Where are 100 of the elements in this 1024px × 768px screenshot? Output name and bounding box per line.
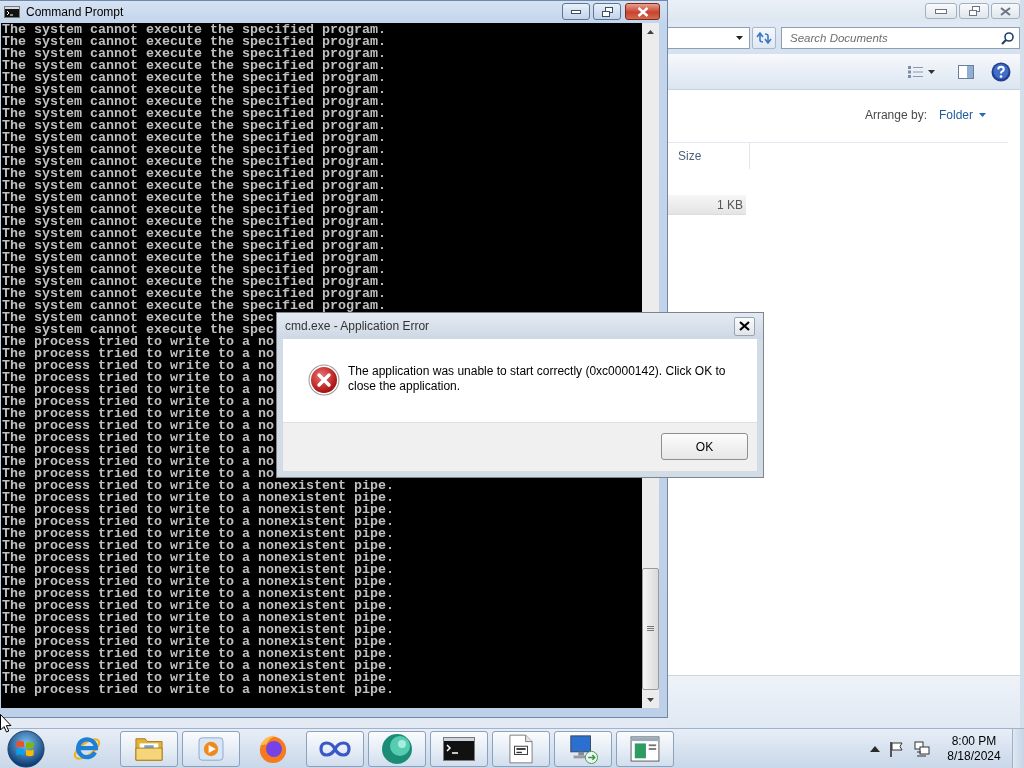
console-line: The system cannot execute the specified program. bbox=[2, 96, 386, 108]
computer-icon bbox=[568, 733, 598, 764]
grip-icon bbox=[647, 626, 654, 632]
refresh-button[interactable] bbox=[752, 27, 776, 49]
search-field[interactable]: Search Documents bbox=[781, 27, 1020, 49]
start-orb-icon bbox=[7, 729, 45, 768]
console-line: The system cannot execute the specified program. bbox=[2, 60, 386, 72]
console-line: The process tried to write to a nonexistent pipe. bbox=[2, 636, 394, 648]
console-line: The system cannot execute the specified program. bbox=[2, 216, 386, 228]
close-button[interactable] bbox=[625, 3, 660, 20]
console-line: The system cannot execute the specified program. bbox=[2, 228, 386, 240]
restore-button[interactable] bbox=[593, 3, 621, 20]
console-line: The process tried to write to a no bbox=[2, 360, 274, 372]
restore-button[interactable] bbox=[959, 3, 989, 19]
console-line: The system cannot execute the specified program. bbox=[2, 156, 386, 168]
console-line: The process tried to write to a nonexistent pipe. bbox=[2, 600, 394, 612]
console-line: The system cannot execute the specified program. bbox=[2, 84, 386, 96]
minimize-button[interactable] bbox=[562, 3, 590, 20]
preview-pane-icon bbox=[958, 64, 974, 79]
size-cell: 1 KB bbox=[668, 195, 746, 215]
console-line: The system cannot execute the specified program. bbox=[2, 120, 386, 132]
console-line: The process tried to write to a nonexistent pipe. bbox=[2, 552, 394, 564]
restore-icon bbox=[968, 6, 980, 16]
console-line: The process tried to write to a nonexistent pipe. bbox=[2, 648, 394, 660]
console-line: The system cannot execute the specified program. bbox=[2, 288, 386, 300]
console-line: The process tried to write to a no bbox=[2, 468, 274, 480]
search-icon[interactable] bbox=[1001, 32, 1014, 45]
console-line: The process tried to write to a nonexistent pipe. bbox=[2, 624, 394, 636]
up-arrow-icon bbox=[647, 29, 654, 34]
console-line: The process tried to write to a nonexistent pipe. bbox=[2, 540, 394, 552]
console-line: The process tried to write to a no bbox=[2, 372, 274, 384]
console-line: The process tried to write to a no bbox=[2, 420, 274, 432]
refresh-icon bbox=[756, 32, 772, 44]
scrollbar-thumb[interactable] bbox=[642, 568, 659, 690]
play-icon bbox=[198, 736, 224, 761]
console-line: The process tried to write to a no bbox=[2, 432, 274, 444]
console-line: The system cannot execute the specified program. bbox=[2, 48, 386, 60]
console-line: The system cannot execute the specified program. bbox=[2, 108, 386, 120]
taskbar-button[interactable] bbox=[306, 730, 364, 767]
restore-icon bbox=[601, 6, 613, 17]
taskbar-button[interactable] bbox=[492, 730, 550, 767]
console-line: The system cannot execute the specified program. bbox=[2, 180, 386, 192]
console-line: The system cannot execute the specified program. bbox=[2, 192, 386, 204]
caret-icon bbox=[870, 745, 880, 752]
show-hidden-icons-button[interactable] bbox=[870, 745, 880, 752]
arrange-by-label: Arrange by: bbox=[864, 108, 927, 122]
close-icon bbox=[636, 6, 649, 17]
taskbar-button[interactable] bbox=[430, 730, 488, 767]
help-button[interactable] bbox=[990, 60, 1012, 83]
flag-icon[interactable] bbox=[889, 740, 905, 757]
console-line: The process tried to write to a no bbox=[2, 348, 274, 360]
sphere-icon bbox=[381, 732, 413, 765]
dialog-title: cmd.exe - Application Error bbox=[285, 319, 430, 333]
window-title: Command Prompt bbox=[26, 5, 124, 19]
console-line: The system cannot execute the specified program. bbox=[2, 132, 386, 144]
clock-button[interactable]: 8:00 PM 8/18/2024 bbox=[946, 733, 1002, 764]
console-line: The process tried to write to a nonexistent pipe. bbox=[2, 528, 394, 540]
globe-icon bbox=[258, 733, 288, 764]
close-icon bbox=[1000, 6, 1011, 16]
console-line: The process tried to write to a nonexistent pipe. bbox=[2, 492, 394, 504]
console-line: The process tried to write to a no bbox=[2, 408, 274, 420]
console-line: The process tried to write to a no bbox=[2, 456, 274, 468]
window-icon bbox=[630, 735, 660, 762]
console-line: The process tried to write to a nonexistent pipe. bbox=[2, 672, 394, 684]
taskbar-button[interactable] bbox=[554, 730, 612, 767]
console-line: The process tried to write to a nonexistent pipe. bbox=[2, 480, 394, 492]
caret-icon[interactable] bbox=[736, 36, 743, 40]
close-button[interactable] bbox=[734, 316, 755, 336]
console-line: The process tried to write to a nonexistent pipe. bbox=[2, 504, 394, 516]
console-line: The process tried to write to a no bbox=[2, 384, 274, 396]
minimize-icon bbox=[935, 8, 947, 14]
ok-button[interactable]: OK bbox=[661, 433, 748, 460]
minimize-button[interactable] bbox=[925, 3, 957, 19]
console-line: The system cannot execute the specified program. bbox=[2, 300, 386, 312]
console-line: The process tried to write to a nonexistent pipe. bbox=[2, 612, 394, 624]
console-line: The process tried to write to a no bbox=[2, 336, 274, 348]
document-icon bbox=[509, 733, 533, 764]
console-line: The system cannot execute the specified program. bbox=[2, 72, 386, 84]
console-line: The system cannot execute the specified program. bbox=[2, 240, 386, 252]
list-view-icon bbox=[908, 65, 923, 78]
console-line: The system cannot execute the specified program. bbox=[2, 276, 386, 288]
console-line: The system cannot execute the specified program. bbox=[2, 264, 386, 276]
console-line: The process tried to write to a no bbox=[2, 396, 274, 408]
down-arrow-icon bbox=[647, 697, 654, 702]
console-line: The process tried to write to a nonexistent pipe. bbox=[2, 684, 394, 696]
console-line: The system cannot execute the specified program. bbox=[2, 24, 386, 36]
console-line: The system cannot execute the specified program. bbox=[2, 144, 386, 156]
console-line: The process tried to write to a nonexistent pipe. bbox=[2, 660, 394, 672]
error-icon bbox=[308, 364, 340, 396]
mouse-pointer-icon bbox=[0, 714, 12, 733]
arrange-dropdown[interactable]: Folder bbox=[939, 108, 986, 122]
console-line: The process tried to write to a nonexistent pipe. bbox=[2, 564, 394, 576]
console-line: The system cannot execute the specified program. bbox=[2, 252, 386, 264]
network-icon[interactable] bbox=[914, 740, 930, 757]
close-icon bbox=[739, 321, 750, 331]
address-field[interactable] bbox=[668, 27, 750, 49]
console-line: The system cannot execute the specified program. bbox=[2, 168, 386, 180]
infinity-icon bbox=[319, 738, 351, 759]
console-line: The system cannot execute the spec bbox=[2, 312, 274, 324]
minimize-icon bbox=[571, 9, 581, 14]
